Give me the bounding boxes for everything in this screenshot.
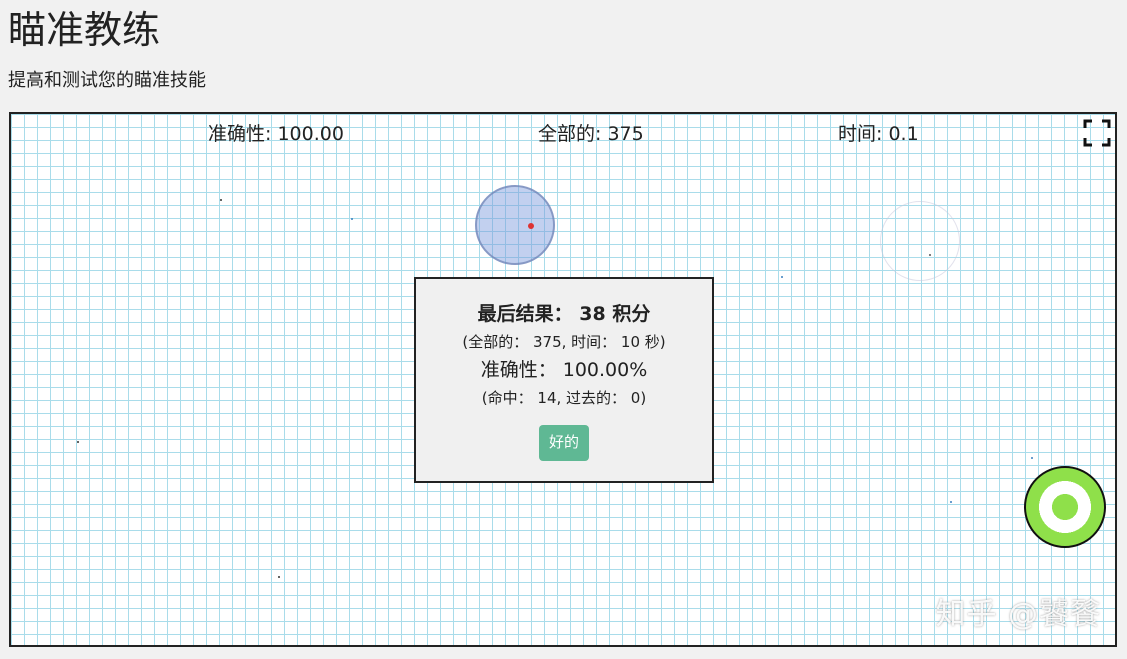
result-score: 38 积分 <box>579 303 651 325</box>
result-accuracy: 准确性： 100.00% <box>480 359 648 381</box>
target-center-dot <box>929 254 931 256</box>
total-stat: 全部的: 375 <box>538 123 644 145</box>
result-dialog: 最后结果： 38 积分 (全部的： 375, 时间： 10 秒) 准确性： 10… <box>414 277 714 483</box>
hit-mark <box>220 199 222 201</box>
target-circle-blue[interactable] <box>475 185 555 265</box>
page-subtitle: 提高和测试您的瞄准技能 <box>8 70 206 91</box>
target-center-dot <box>528 223 534 229</box>
fullscreen-icon <box>1083 119 1111 147</box>
result-title: 最后结果： 38 积分 <box>416 301 712 327</box>
result-hits: (命中： 14, 过去的： 0) <box>481 389 647 407</box>
time-stat: 时间: 0.1 <box>838 123 919 145</box>
target-circle-faded <box>880 201 960 281</box>
fullscreen-button[interactable] <box>1083 119 1111 147</box>
result-detail: (全部的： 375, 时间： 10 秒) <box>462 333 666 351</box>
target-circle-green[interactable] <box>1024 466 1106 548</box>
accuracy-stat: 准确性: 100.00 <box>208 123 344 145</box>
hit-mark <box>351 218 353 220</box>
page-title: 瞄准教练 <box>8 8 161 52</box>
hit-mark <box>781 276 783 278</box>
watermark: 知乎 @饕餮 <box>935 597 1101 632</box>
ok-button[interactable]: 好的 <box>538 425 589 461</box>
hit-mark <box>278 576 280 578</box>
hit-mark <box>77 441 79 443</box>
result-title-label: 最后结果： <box>477 303 573 325</box>
hit-mark <box>1031 457 1033 459</box>
game-area[interactable]: 准确性: 100.00 全部的: 375 时间: 0.1 最后结果： 38 积分… <box>9 112 1117 647</box>
hit-mark <box>950 501 952 503</box>
